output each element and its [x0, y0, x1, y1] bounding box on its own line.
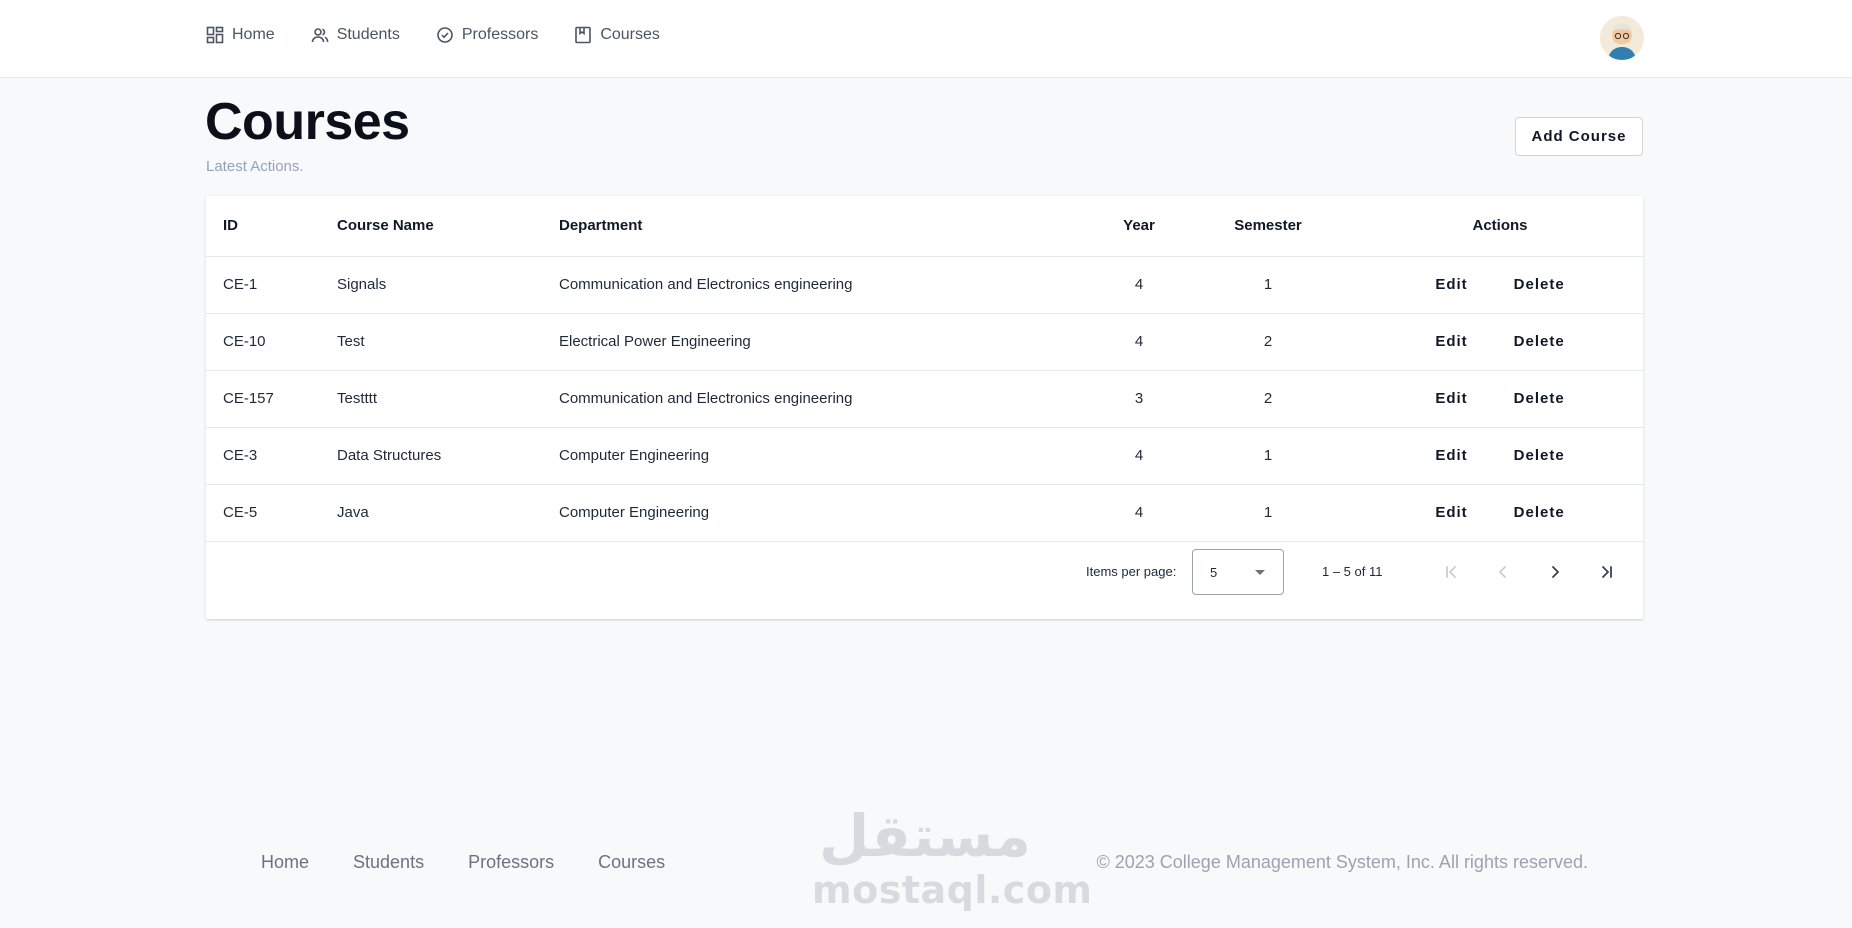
page-subtitle: Latest Actions. — [206, 158, 304, 175]
avatar-illustration — [1600, 16, 1644, 60]
cell-department: Communication and Electronics engineerin… — [559, 370, 1099, 428]
courses-table: ID Course Name Department Year Semester … — [206, 196, 1643, 542]
edit-button[interactable]: Edit — [1423, 270, 1479, 299]
delete-button[interactable]: Delete — [1502, 441, 1577, 470]
table-row: CE-157 Testttt Communication and Electro… — [206, 370, 1643, 428]
first-page-button[interactable] — [1433, 554, 1469, 590]
chevron-right-icon — [1552, 566, 1559, 578]
cell-course-name: Test — [337, 313, 559, 371]
delete-button[interactable]: Delete — [1502, 498, 1577, 527]
cell-year: 4 — [1099, 313, 1179, 371]
column-header-id: ID — [206, 196, 337, 257]
column-header-semester: Semester — [1179, 196, 1357, 257]
page-range-label: 1 – 5 of 11 — [1322, 564, 1383, 579]
cell-semester: 2 — [1179, 370, 1357, 428]
delete-button[interactable]: Delete — [1502, 384, 1577, 413]
previous-page-button[interactable] — [1485, 554, 1521, 590]
table-row: CE-1 Signals Communication and Electroni… — [206, 256, 1643, 314]
bookmark-icon — [575, 26, 592, 44]
top-navbar: Home Students Professors Courses — [0, 0, 1852, 78]
cell-id: CE-5 — [206, 484, 337, 542]
cell-course-name: Signals — [337, 256, 559, 314]
edit-button[interactable]: Edit — [1423, 441, 1479, 470]
column-header-year: Year — [1099, 196, 1179, 257]
items-per-page-label: Items per page: — [1086, 564, 1177, 579]
edit-button[interactable]: Edit — [1423, 498, 1479, 527]
add-course-button[interactable]: Add Course — [1515, 117, 1643, 156]
last-page-button[interactable] — [1589, 554, 1625, 590]
footer-link-home[interactable]: Home — [261, 852, 309, 873]
cell-actions: Edit Delete — [1357, 427, 1643, 485]
column-header-actions: Actions — [1357, 196, 1643, 257]
delete-button[interactable]: Delete — [1502, 327, 1577, 356]
last-page-icon — [1602, 566, 1612, 578]
edit-button[interactable]: Edit — [1423, 384, 1479, 413]
first-page-icon — [1446, 566, 1456, 578]
cell-department: Electrical Power Engineering — [559, 313, 1099, 371]
chevron-left-icon — [1499, 566, 1506, 578]
cell-year: 3 — [1099, 370, 1179, 428]
cell-semester: 1 — [1179, 484, 1357, 542]
cell-id: CE-3 — [206, 427, 337, 485]
copyright-text: © 2023 College Management System, Inc. A… — [1096, 852, 1588, 872]
cell-semester: 2 — [1179, 313, 1357, 371]
cell-department: Computer Engineering — [559, 427, 1099, 485]
page-size-value: 5 — [1210, 565, 1218, 580]
dropdown-arrow-icon — [1255, 570, 1265, 575]
cell-id: CE-157 — [206, 370, 337, 428]
nav-item-label: Students — [336, 26, 400, 43]
footer-links: Home Students Professors Courses — [261, 852, 665, 873]
cell-year: 4 — [1099, 484, 1179, 542]
edit-button[interactable]: Edit — [1423, 327, 1479, 356]
cell-semester: 1 — [1179, 256, 1357, 314]
nav-item-home[interactable]: Home — [206, 26, 275, 44]
cell-year: 4 — [1099, 427, 1179, 485]
table-row: CE-5 Java Computer Engineering 4 1 Edit D… — [206, 484, 1643, 542]
nav-item-courses[interactable]: Courses — [574, 26, 660, 44]
badge-check-icon — [437, 27, 453, 43]
cell-semester: 1 — [1179, 427, 1357, 485]
cell-actions: Edit Delete — [1357, 313, 1643, 371]
cell-course-name: Java — [337, 484, 559, 542]
table-row: CE-10 Test Electrical Power Engineering … — [206, 313, 1643, 371]
page-size-select[interactable]: 5 — [1192, 549, 1284, 595]
watermark-arabic-text: مستقل — [819, 802, 1031, 870]
dashboard-icon — [206, 26, 224, 44]
cell-department: Computer Engineering — [559, 484, 1099, 542]
nav-item-label: Courses — [600, 26, 660, 43]
cell-course-name: Testttt — [337, 370, 559, 428]
nav-item-label: Home — [232, 26, 275, 43]
users-icon — [311, 28, 329, 43]
cell-department: Communication and Electronics engineerin… — [559, 256, 1099, 314]
cell-course-name: Data Structures — [337, 427, 559, 485]
table-row: CE-3 Data Structures Computer Engineerin… — [206, 427, 1643, 485]
delete-button[interactable]: Delete — [1502, 270, 1577, 299]
watermark-latin-text: mostaql.com — [812, 868, 1093, 912]
nav-item-students[interactable]: Students — [311, 26, 400, 44]
footer-link-courses[interactable]: Courses — [598, 852, 665, 873]
courses-table-card: ID Course Name Department Year Semester … — [206, 196, 1643, 619]
cell-actions: Edit Delete — [1357, 484, 1643, 542]
nav-item-label: Professors — [461, 26, 539, 43]
cell-id: CE-10 — [206, 313, 337, 371]
cell-id: CE-1 — [206, 256, 337, 314]
nav-links: Home Students Professors Courses — [206, 26, 660, 44]
nav-item-professors[interactable]: Professors — [436, 26, 538, 44]
footer-link-students[interactable]: Students — [353, 852, 424, 873]
next-page-button[interactable] — [1537, 554, 1573, 590]
cell-actions: Edit Delete — [1357, 256, 1643, 314]
column-header-course-name: Course Name — [337, 196, 559, 257]
page-title: Courses — [205, 93, 410, 151]
paginator: Items per page: 5 1 – 5 of 11 — [206, 549, 1643, 595]
mostaql-watermark: مستقل mostaql.com — [812, 800, 1093, 912]
watermark-logo: مستقل — [819, 802, 1031, 870]
user-avatar[interactable] — [1600, 16, 1644, 60]
column-header-department: Department — [559, 196, 1099, 257]
cell-actions: Edit Delete — [1357, 370, 1643, 428]
footer-link-professors[interactable]: Professors — [468, 852, 554, 873]
cell-year: 4 — [1099, 256, 1179, 314]
table-header-row: ID Course Name Department Year Semester … — [206, 196, 1643, 257]
